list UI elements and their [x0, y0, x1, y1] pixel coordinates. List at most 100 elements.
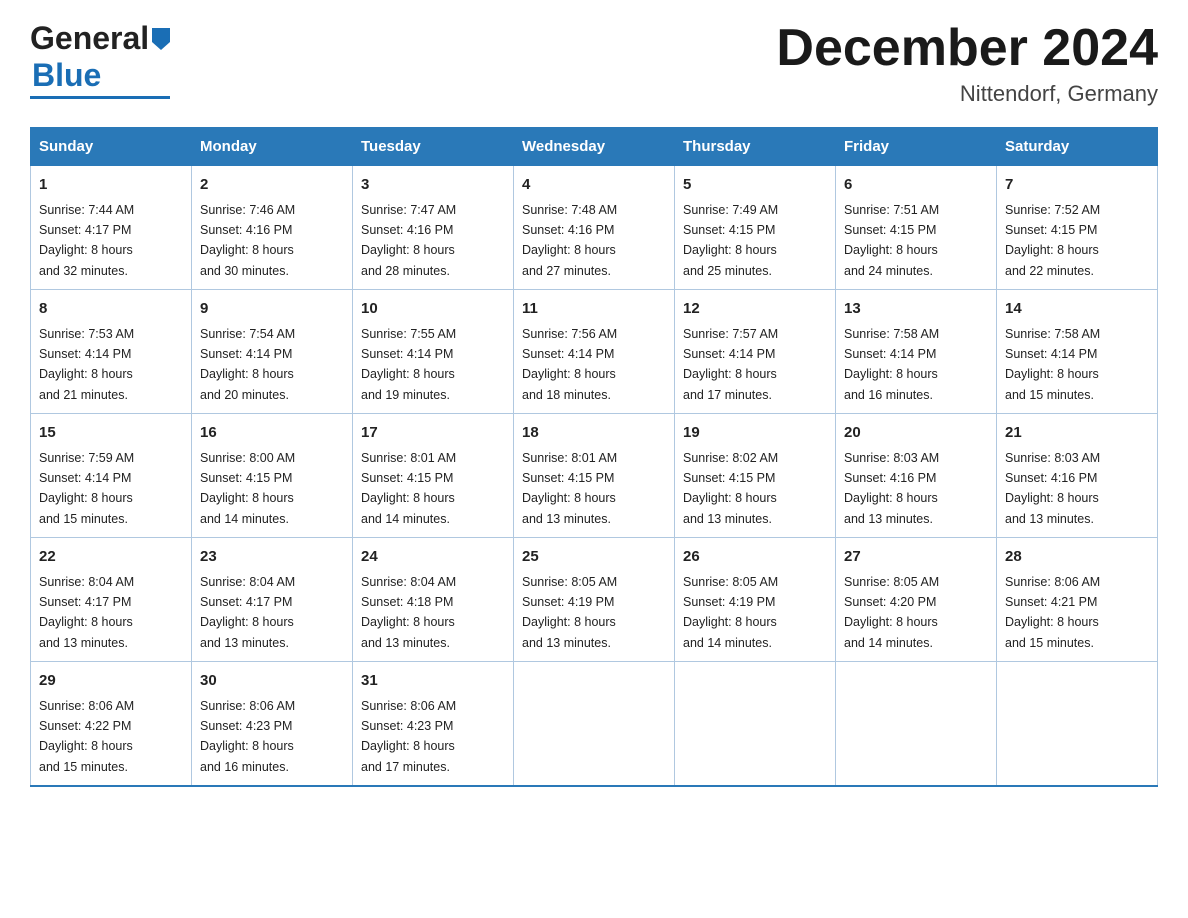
day-number: 29 — [39, 670, 183, 693]
calendar-cell: 4 Sunrise: 7:48 AMSunset: 4:16 PMDayligh… — [514, 166, 675, 290]
title-area: December 2024 Nittendorf, Germany — [776, 20, 1158, 107]
calendar-cell: 9 Sunrise: 7:54 AMSunset: 4:14 PMDayligh… — [192, 290, 353, 414]
day-number: 26 — [683, 546, 827, 569]
day-number: 15 — [39, 422, 183, 445]
calendar-cell: 5 Sunrise: 7:49 AMSunset: 4:15 PMDayligh… — [675, 166, 836, 290]
calendar-cell: 18 Sunrise: 8:01 AMSunset: 4:15 PMDaylig… — [514, 414, 675, 538]
day-number: 11 — [522, 298, 666, 321]
header-wednesday: Wednesday — [514, 128, 675, 166]
day-info: Sunrise: 7:53 AMSunset: 4:14 PMDaylight:… — [39, 327, 134, 402]
calendar-week-row-5: 29 Sunrise: 8:06 AMSunset: 4:22 PMDaylig… — [31, 662, 1158, 787]
day-number: 2 — [200, 174, 344, 197]
day-number: 4 — [522, 174, 666, 197]
day-number: 5 — [683, 174, 827, 197]
calendar-header-row: Sunday Monday Tuesday Wednesday Thursday… — [31, 128, 1158, 166]
calendar-cell: 25 Sunrise: 8:05 AMSunset: 4:19 PMDaylig… — [514, 538, 675, 662]
calendar-cell: 7 Sunrise: 7:52 AMSunset: 4:15 PMDayligh… — [997, 166, 1158, 290]
calendar-cell: 24 Sunrise: 8:04 AMSunset: 4:18 PMDaylig… — [353, 538, 514, 662]
day-info: Sunrise: 7:46 AMSunset: 4:16 PMDaylight:… — [200, 203, 295, 278]
day-info: Sunrise: 8:03 AMSunset: 4:16 PMDaylight:… — [844, 451, 939, 526]
day-number: 22 — [39, 546, 183, 569]
location-subtitle: Nittendorf, Germany — [776, 81, 1158, 107]
header-sunday: Sunday — [31, 128, 192, 166]
day-number: 27 — [844, 546, 988, 569]
calendar-cell: 2 Sunrise: 7:46 AMSunset: 4:16 PMDayligh… — [192, 166, 353, 290]
day-info: Sunrise: 7:59 AMSunset: 4:14 PMDaylight:… — [39, 451, 134, 526]
calendar-table: Sunday Monday Tuesday Wednesday Thursday… — [30, 127, 1158, 787]
day-info: Sunrise: 8:05 AMSunset: 4:20 PMDaylight:… — [844, 575, 939, 650]
logo: General Blue — [30, 20, 170, 99]
calendar-week-row-1: 1 Sunrise: 7:44 AMSunset: 4:17 PMDayligh… — [31, 166, 1158, 290]
day-info: Sunrise: 7:55 AMSunset: 4:14 PMDaylight:… — [361, 327, 456, 402]
calendar-week-row-4: 22 Sunrise: 8:04 AMSunset: 4:17 PMDaylig… — [31, 538, 1158, 662]
header-saturday: Saturday — [997, 128, 1158, 166]
calendar-cell — [997, 662, 1158, 787]
day-info: Sunrise: 8:06 AMSunset: 4:21 PMDaylight:… — [1005, 575, 1100, 650]
day-info: Sunrise: 8:06 AMSunset: 4:22 PMDaylight:… — [39, 699, 134, 774]
day-number: 18 — [522, 422, 666, 445]
day-info: Sunrise: 8:06 AMSunset: 4:23 PMDaylight:… — [200, 699, 295, 774]
calendar-cell: 29 Sunrise: 8:06 AMSunset: 4:22 PMDaylig… — [31, 662, 192, 787]
day-info: Sunrise: 8:01 AMSunset: 4:15 PMDaylight:… — [361, 451, 456, 526]
day-info: Sunrise: 8:06 AMSunset: 4:23 PMDaylight:… — [361, 699, 456, 774]
header-tuesday: Tuesday — [353, 128, 514, 166]
calendar-cell: 13 Sunrise: 7:58 AMSunset: 4:14 PMDaylig… — [836, 290, 997, 414]
day-info: Sunrise: 8:04 AMSunset: 4:17 PMDaylight:… — [39, 575, 134, 650]
calendar-cell: 10 Sunrise: 7:55 AMSunset: 4:14 PMDaylig… — [353, 290, 514, 414]
day-info: Sunrise: 7:58 AMSunset: 4:14 PMDaylight:… — [1005, 327, 1100, 402]
day-number: 19 — [683, 422, 827, 445]
calendar-cell: 22 Sunrise: 8:04 AMSunset: 4:17 PMDaylig… — [31, 538, 192, 662]
logo-general-text: General — [30, 20, 149, 57]
calendar-cell — [675, 662, 836, 787]
day-number: 20 — [844, 422, 988, 445]
header-thursday: Thursday — [675, 128, 836, 166]
calendar-cell: 6 Sunrise: 7:51 AMSunset: 4:15 PMDayligh… — [836, 166, 997, 290]
calendar-cell: 14 Sunrise: 7:58 AMSunset: 4:14 PMDaylig… — [997, 290, 1158, 414]
calendar-cell: 1 Sunrise: 7:44 AMSunset: 4:17 PMDayligh… — [31, 166, 192, 290]
day-info: Sunrise: 8:04 AMSunset: 4:17 PMDaylight:… — [200, 575, 295, 650]
month-year-title: December 2024 — [776, 20, 1158, 77]
header-friday: Friday — [836, 128, 997, 166]
day-number: 17 — [361, 422, 505, 445]
day-number: 14 — [1005, 298, 1149, 321]
day-info: Sunrise: 8:02 AMSunset: 4:15 PMDaylight:… — [683, 451, 778, 526]
calendar-cell: 26 Sunrise: 8:05 AMSunset: 4:19 PMDaylig… — [675, 538, 836, 662]
day-info: Sunrise: 7:56 AMSunset: 4:14 PMDaylight:… — [522, 327, 617, 402]
calendar-cell: 20 Sunrise: 8:03 AMSunset: 4:16 PMDaylig… — [836, 414, 997, 538]
day-number: 7 — [1005, 174, 1149, 197]
day-number: 6 — [844, 174, 988, 197]
day-number: 30 — [200, 670, 344, 693]
page-header: General Blue December 2024 Nittendorf, G… — [30, 20, 1158, 107]
day-info: Sunrise: 7:57 AMSunset: 4:14 PMDaylight:… — [683, 327, 778, 402]
calendar-cell: 19 Sunrise: 8:02 AMSunset: 4:15 PMDaylig… — [675, 414, 836, 538]
calendar-cell — [514, 662, 675, 787]
day-info: Sunrise: 7:44 AMSunset: 4:17 PMDaylight:… — [39, 203, 134, 278]
calendar-cell: 12 Sunrise: 7:57 AMSunset: 4:14 PMDaylig… — [675, 290, 836, 414]
day-info: Sunrise: 7:52 AMSunset: 4:15 PMDaylight:… — [1005, 203, 1100, 278]
calendar-cell: 17 Sunrise: 8:01 AMSunset: 4:15 PMDaylig… — [353, 414, 514, 538]
logo-blue-text: Blue — [32, 57, 101, 94]
calendar-cell: 30 Sunrise: 8:06 AMSunset: 4:23 PMDaylig… — [192, 662, 353, 787]
day-number: 31 — [361, 670, 505, 693]
day-info: Sunrise: 7:49 AMSunset: 4:15 PMDaylight:… — [683, 203, 778, 278]
day-info: Sunrise: 8:03 AMSunset: 4:16 PMDaylight:… — [1005, 451, 1100, 526]
day-info: Sunrise: 7:48 AMSunset: 4:16 PMDaylight:… — [522, 203, 617, 278]
calendar-cell: 31 Sunrise: 8:06 AMSunset: 4:23 PMDaylig… — [353, 662, 514, 787]
day-info: Sunrise: 7:54 AMSunset: 4:14 PMDaylight:… — [200, 327, 295, 402]
day-number: 25 — [522, 546, 666, 569]
day-number: 28 — [1005, 546, 1149, 569]
calendar-cell: 27 Sunrise: 8:05 AMSunset: 4:20 PMDaylig… — [836, 538, 997, 662]
day-number: 16 — [200, 422, 344, 445]
day-number: 23 — [200, 546, 344, 569]
day-info: Sunrise: 7:51 AMSunset: 4:15 PMDaylight:… — [844, 203, 939, 278]
day-number: 13 — [844, 298, 988, 321]
day-info: Sunrise: 8:01 AMSunset: 4:15 PMDaylight:… — [522, 451, 617, 526]
calendar-cell: 16 Sunrise: 8:00 AMSunset: 4:15 PMDaylig… — [192, 414, 353, 538]
day-number: 3 — [361, 174, 505, 197]
day-info: Sunrise: 8:04 AMSunset: 4:18 PMDaylight:… — [361, 575, 456, 650]
day-info: Sunrise: 8:00 AMSunset: 4:15 PMDaylight:… — [200, 451, 295, 526]
day-number: 1 — [39, 174, 183, 197]
header-monday: Monday — [192, 128, 353, 166]
calendar-week-row-2: 8 Sunrise: 7:53 AMSunset: 4:14 PMDayligh… — [31, 290, 1158, 414]
calendar-cell: 28 Sunrise: 8:06 AMSunset: 4:21 PMDaylig… — [997, 538, 1158, 662]
